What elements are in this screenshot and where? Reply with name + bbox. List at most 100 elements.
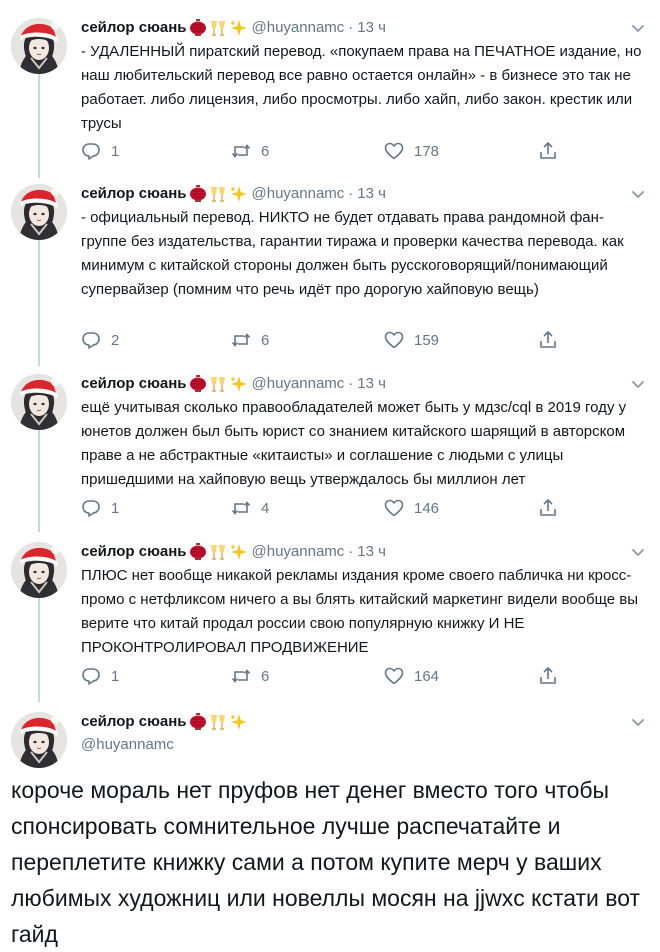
reply-icon — [81, 666, 101, 686]
reply-count: 1 — [111, 499, 120, 517]
author-name[interactable]: сейлор сюань — [81, 185, 187, 202]
share-button[interactable] — [538, 330, 568, 350]
avatar[interactable] — [11, 374, 67, 430]
caret-down-icon[interactable] — [630, 20, 646, 36]
avatar[interactable] — [11, 542, 67, 598]
share-icon — [538, 330, 558, 350]
reply-count: 1 — [111, 667, 120, 685]
like-count: 159 — [414, 331, 440, 349]
author-name[interactable]: сейлор сюань — [81, 713, 187, 730]
avatar[interactable] — [11, 712, 67, 768]
like-count: 146 — [414, 499, 440, 517]
tweet-text: - УДАЛЕННЫЙ пиратский перевод. «покупаем… — [81, 43, 646, 132]
retweet-count: 6 — [261, 667, 270, 685]
lantern-emoji — [189, 19, 207, 37]
author-handle[interactable]: @huyannamc — [252, 543, 345, 560]
like-icon — [384, 141, 404, 161]
separator: · — [348, 543, 354, 560]
sparkles-emoji — [229, 713, 247, 731]
tweet-actions: 2 6 159 — [81, 330, 561, 354]
caret-down-icon[interactable] — [630, 544, 646, 560]
like-icon — [384, 666, 404, 686]
share-button[interactable] — [538, 141, 568, 161]
lantern-emoji — [189, 375, 207, 393]
author-handle[interactable]: @huyannamc — [252, 19, 345, 36]
tweet-text: ПЛЮС нет вообще никакой рекламы издания … — [81, 567, 643, 656]
thread-line — [38, 590, 40, 702]
retweet-button[interactable]: 6 — [231, 666, 269, 686]
retweet-icon — [231, 330, 251, 350]
retweet-icon — [231, 498, 251, 518]
caret-down-icon[interactable] — [630, 376, 646, 392]
cheers-emoji — [209, 19, 227, 37]
author-handle[interactable]: @huyannamc — [81, 734, 646, 756]
retweet-icon — [231, 141, 251, 161]
caret-down-icon[interactable] — [630, 186, 646, 202]
author-name[interactable]: сейлор сюань — [81, 375, 187, 392]
sparkles-emoji — [229, 19, 247, 37]
sparkles-emoji — [229, 543, 247, 561]
reply-count: 1 — [111, 142, 120, 160]
tweet-text: ещё учитывая сколько правообладателей мо… — [81, 399, 631, 488]
like-button[interactable]: 178 — [384, 141, 439, 161]
lantern-emoji — [189, 185, 207, 203]
avatar[interactable] — [11, 184, 67, 240]
caret-down-icon[interactable] — [630, 714, 646, 730]
reply-icon — [81, 498, 101, 518]
reply-icon — [81, 330, 101, 350]
share-button[interactable] — [538, 498, 568, 518]
author-handle[interactable]: @huyannamc — [252, 185, 345, 202]
like-icon — [384, 498, 404, 518]
retweet-count: 6 — [261, 331, 270, 349]
timestamp[interactable]: 13 ч — [357, 19, 386, 36]
thread-line — [38, 430, 40, 532]
retweet-button[interactable]: 4 — [231, 498, 269, 518]
share-button[interactable] — [538, 666, 568, 686]
tweet-actions: 1 4 146 — [81, 498, 561, 522]
lantern-emoji — [189, 543, 207, 561]
author-name[interactable]: сейлор сюань — [81, 19, 187, 36]
timestamp[interactable]: 13 ч — [357, 375, 386, 392]
like-count: 164 — [414, 667, 440, 685]
like-icon — [384, 330, 404, 350]
author-handle[interactable]: @huyannamc — [252, 375, 345, 392]
reply-button[interactable]: 1 — [81, 141, 119, 161]
cheers-emoji — [209, 185, 227, 203]
retweet-count: 4 — [261, 499, 270, 517]
tweet-text: - официальный перевод. НИКТО не будет от… — [81, 209, 628, 298]
like-count: 178 — [414, 142, 440, 160]
reply-button[interactable]: 1 — [81, 666, 119, 686]
thread-line — [38, 74, 40, 178]
tweet-actions: 1 6 178 — [81, 141, 561, 165]
tweet-text: короче мораль нет пруфов нет денег вмест… — [11, 777, 647, 947]
reply-icon — [81, 141, 101, 161]
share-icon — [538, 141, 558, 161]
retweet-count: 6 — [261, 142, 270, 160]
sparkles-emoji — [229, 375, 247, 393]
separator: · — [348, 19, 354, 36]
reply-button[interactable]: 2 — [81, 330, 119, 350]
avatar[interactable] — [11, 18, 67, 74]
lantern-emoji — [189, 713, 207, 731]
cheers-emoji — [209, 713, 227, 731]
cheers-emoji — [209, 375, 227, 393]
separator: · — [348, 375, 354, 392]
share-icon — [538, 666, 558, 686]
retweet-button[interactable]: 6 — [231, 330, 269, 350]
cheers-emoji — [209, 543, 227, 561]
author-name[interactable]: сейлор сюань — [81, 543, 187, 560]
timestamp[interactable]: 13 ч — [357, 185, 386, 202]
timestamp[interactable]: 13 ч — [357, 543, 386, 560]
retweet-icon — [231, 666, 251, 686]
reply-count: 2 — [111, 331, 120, 349]
sparkles-emoji — [229, 185, 247, 203]
retweet-button[interactable]: 6 — [231, 141, 269, 161]
reply-button[interactable]: 1 — [81, 498, 119, 518]
tweet-actions: 1 6 164 — [81, 666, 561, 690]
like-button[interactable]: 159 — [384, 330, 439, 350]
thread-line — [38, 238, 40, 366]
like-button[interactable]: 146 — [384, 498, 439, 518]
share-icon — [538, 498, 558, 518]
separator: · — [348, 185, 354, 202]
like-button[interactable]: 164 — [384, 666, 439, 686]
